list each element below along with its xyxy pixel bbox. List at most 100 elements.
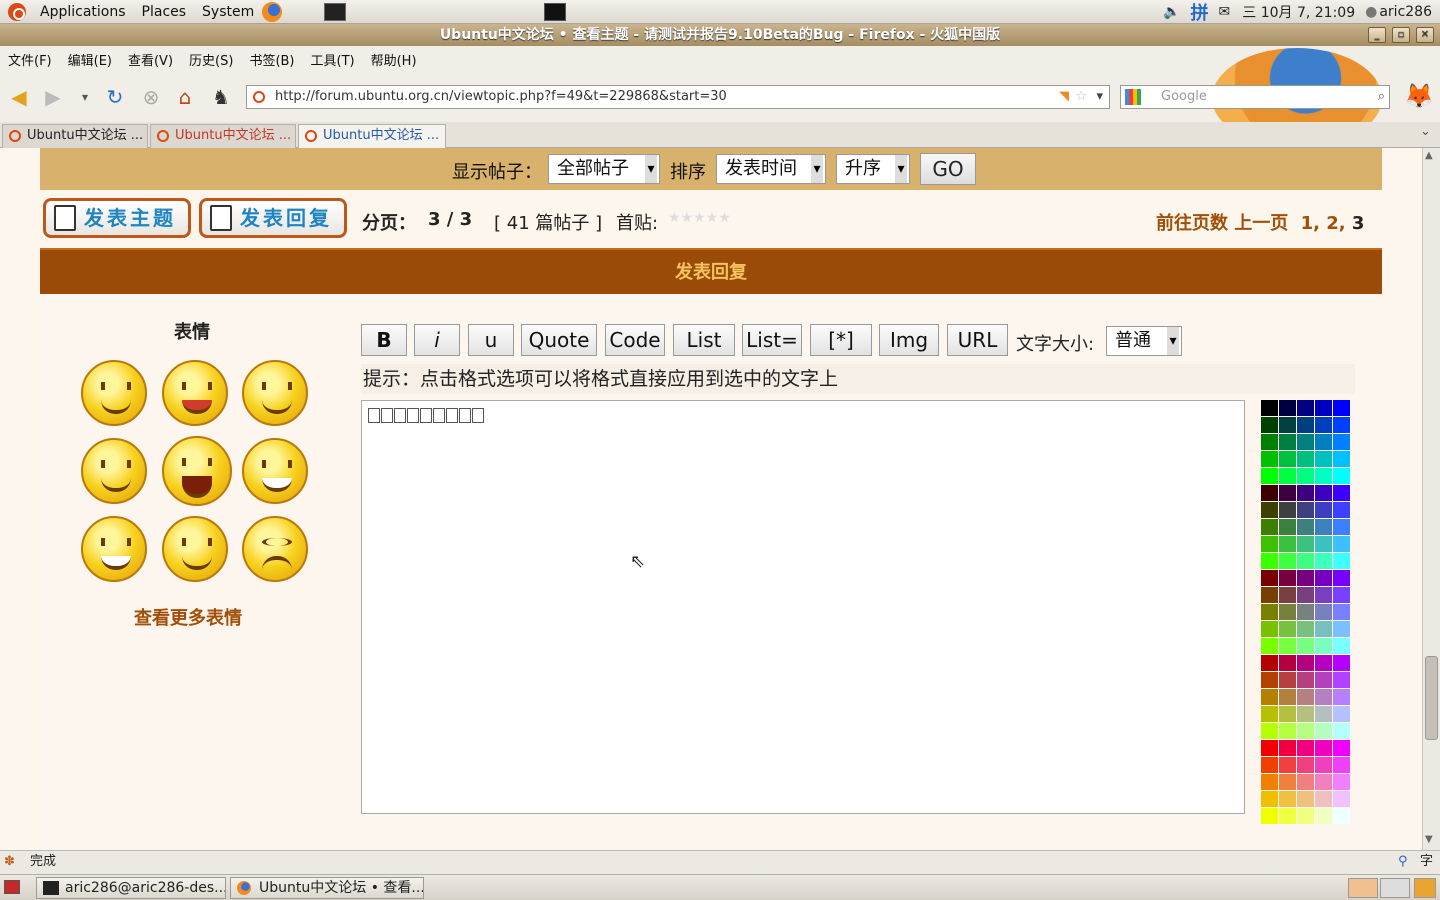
page-link-1[interactable]: 1 [1301,213,1314,234]
color-swatch[interactable] [1315,570,1332,586]
sort-by-select[interactable]: 发表时间 [716,154,826,184]
color-swatch[interactable] [1315,757,1332,773]
forward-icon[interactable]: ▶ [40,85,66,109]
status-search-icon[interactable]: ⚲ [1398,851,1408,873]
color-swatch[interactable] [1261,740,1278,756]
smiley-dizzy-icon[interactable] [242,516,308,582]
color-swatch[interactable] [1279,570,1296,586]
search-input[interactable]: Google ⌕ [1120,85,1390,109]
system-monitor-icon[interactable] [544,2,567,21]
color-swatch[interactable] [1297,570,1314,586]
post-reply-button[interactable]: 发表回复 [199,198,347,238]
color-swatch[interactable] [1279,774,1296,790]
color-swatch[interactable] [1261,621,1278,637]
places-menu[interactable]: Places [134,4,195,20]
color-swatch[interactable] [1315,434,1332,450]
clock[interactable]: 三 10月 7, 21:09 [1242,2,1355,22]
scroll-down-icon[interactable]: ▼ [1425,834,1433,845]
volume-icon[interactable]: 🔈 [1163,4,1180,20]
color-swatch[interactable] [1261,400,1278,416]
img-button[interactable]: Img [879,324,939,356]
color-swatch[interactable] [1297,519,1314,535]
color-swatch[interactable] [1315,706,1332,722]
scroll-thumb[interactable] [1425,656,1438,740]
color-swatch[interactable] [1333,808,1350,824]
color-swatch[interactable] [1279,468,1296,484]
color-swatch[interactable] [1315,519,1332,535]
reload-icon[interactable]: ↻ [102,85,128,109]
color-swatch[interactable] [1297,400,1314,416]
color-swatch[interactable] [1333,638,1350,654]
color-swatch[interactable] [1279,536,1296,552]
firefox-launcher-icon[interactable] [262,1,283,22]
color-swatch[interactable] [1315,638,1332,654]
color-swatch[interactable] [1261,672,1278,688]
color-swatch[interactable] [1261,757,1278,773]
goto-page-link[interactable]: 前往页数 [1156,213,1228,234]
task-firefox[interactable]: Ubuntu中文论坛 • 查看... [230,877,424,899]
color-swatch[interactable] [1261,791,1278,807]
color-swatch[interactable] [1261,808,1278,824]
color-swatch[interactable] [1279,553,1296,569]
menu-edit[interactable]: 编辑(E) [60,50,120,69]
color-swatch[interactable] [1297,485,1314,501]
user-name[interactable]: aric286 [1379,4,1432,20]
bold-button[interactable]: B [361,324,407,356]
ordered-list-button[interactable]: List= [742,324,802,356]
color-swatch[interactable] [1333,519,1350,535]
color-swatch[interactable] [1315,400,1332,416]
menu-view[interactable]: 查看(V) [120,50,181,69]
color-swatch[interactable] [1333,468,1350,484]
color-swatch[interactable] [1315,485,1332,501]
color-swatch[interactable] [1297,757,1314,773]
color-swatch[interactable] [1315,553,1332,569]
page-link-2[interactable]: 2 [1326,213,1339,234]
smiley-grin-icon[interactable] [81,516,147,582]
color-swatch[interactable] [1261,774,1278,790]
addon-fox-icon[interactable]: 🦊 [1404,82,1434,110]
color-swatch[interactable] [1315,468,1332,484]
ubuntu-logo-icon[interactable] [8,2,26,21]
color-swatch[interactable] [1297,468,1314,484]
color-swatch[interactable] [1297,587,1314,603]
color-swatch[interactable] [1297,502,1314,518]
menu-history[interactable]: 历史(S) [181,50,241,69]
color-swatch[interactable] [1279,638,1296,654]
color-swatch[interactable] [1297,740,1314,756]
color-swatch[interactable] [1261,434,1278,450]
terminal-launcher-icon[interactable] [324,2,347,21]
prev-page-link[interactable]: 上一页 [1234,213,1288,234]
color-swatch[interactable] [1315,672,1332,688]
color-swatch[interactable] [1315,502,1332,518]
color-swatch[interactable] [1297,638,1314,654]
color-swatch[interactable] [1261,706,1278,722]
color-swatch[interactable] [1315,723,1332,739]
color-swatch[interactable] [1315,791,1332,807]
smiley-laugh-icon[interactable] [162,436,232,506]
color-swatch[interactable] [1315,808,1332,824]
color-swatch[interactable] [1261,519,1278,535]
color-swatch[interactable] [1297,536,1314,552]
color-swatch[interactable] [1333,791,1350,807]
tab-list-icon[interactable]: ⌄ [1420,124,1431,139]
color-swatch[interactable] [1279,604,1296,620]
color-swatch[interactable] [1279,757,1296,773]
color-swatch[interactable] [1279,791,1296,807]
menu-file[interactable]: 文件(F) [0,50,60,69]
tab-forum-3-active[interactable]: Ubuntu中文论坛 ... [298,124,446,149]
maximize-icon[interactable]: ▫ [1392,27,1410,43]
color-swatch[interactable] [1315,621,1332,637]
color-swatch[interactable] [1261,502,1278,518]
color-swatch[interactable] [1315,417,1332,433]
message-textarea[interactable]: ⇖ [361,400,1245,814]
color-swatch[interactable] [1315,536,1332,552]
underline-button[interactable]: u [468,324,514,356]
color-swatch[interactable] [1333,417,1350,433]
color-swatch[interactable] [1333,400,1350,416]
color-swatch[interactable] [1333,604,1350,620]
color-swatch[interactable] [1315,740,1332,756]
color-swatch[interactable] [1279,808,1296,824]
color-swatch[interactable] [1297,672,1314,688]
trash-icon[interactable] [1414,878,1436,898]
minimize-icon[interactable]: _ [1368,27,1386,43]
